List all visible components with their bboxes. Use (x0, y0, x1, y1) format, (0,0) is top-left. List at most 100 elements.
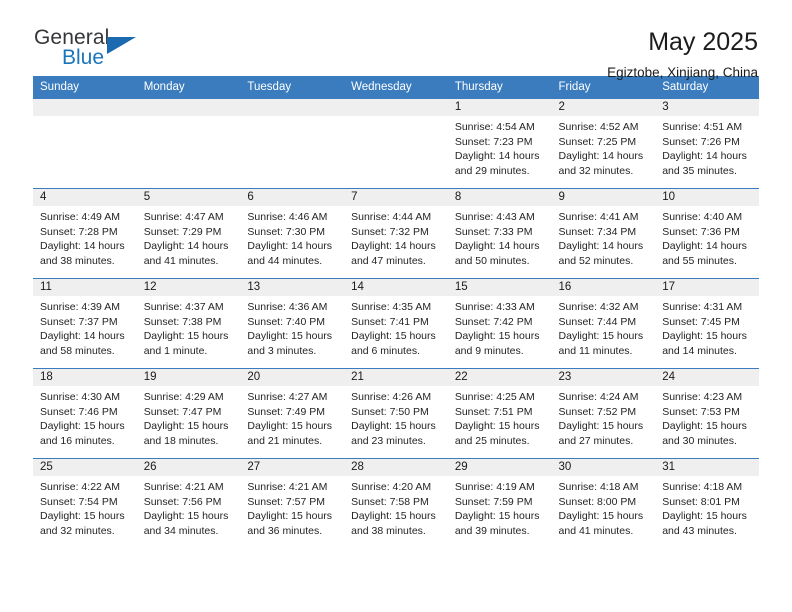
calendar-day-cell[interactable]: 28 Sunrise: 4:20 AM Sunset: 7:58 PM Dayligh… (344, 458, 448, 549)
day-number: 18 (33, 369, 137, 386)
calendar-day-cell[interactable]: 22 Sunrise: 4:25 AM Sunset: 7:51 PM Dayligh… (447, 368, 552, 459)
calendar-day-cell[interactable]: 2 Sunrise: 4:52 AM Sunset: 7:25 PM Daylight… (551, 98, 656, 189)
calendar-week-row: 1 Sunrise: 4:54 AM Sunset: 7:23 PM Daylight… (33, 98, 759, 189)
day-details: Sunrise: 4:36 AM Sunset: 7:40 PM Daylight:… (240, 296, 344, 358)
calendar-day-cell[interactable]: 9 Sunrise: 4:41 AM Sunset: 7:34 PM Daylight… (551, 188, 656, 279)
calendar-day-cell[interactable]: 29 Sunrise: 4:19 AM Sunset: 7:59 PM Dayligh… (447, 458, 552, 549)
calendar-day-cell[interactable]: 27 Sunrise: 4:21 AM Sunset: 7:57 PM Dayligh… (240, 458, 345, 549)
day-details: Sunrise: 4:29 AM Sunset: 7:47 PM Daylight:… (137, 386, 241, 448)
day-detail-line: Sunrise: 4:19 AM (454, 481, 535, 493)
day-number: 13 (240, 279, 345, 296)
day-details: Sunrise: 4:54 AM Sunset: 7:23 PM Daylight:… (448, 116, 552, 178)
calendar-day-cell[interactable]: 12 Sunrise: 4:37 AM Sunset: 7:38 PM Dayligh… (136, 278, 241, 369)
calendar-day-cell[interactable]: 21 Sunrise: 4:26 AM Sunset: 7:50 PM Dayligh… (344, 368, 448, 459)
calendar-day-cell[interactable]: 15 Sunrise: 4:33 AM Sunset: 7:42 PM Dayligh… (447, 278, 552, 369)
day-number: 2 (551, 99, 656, 116)
day-detail-line: Daylight: 15 hours (351, 330, 436, 343)
day-detail-line: Daylight: 15 hours (143, 420, 229, 433)
day-detail-line: Sunset: 7:33 PM (454, 225, 533, 238)
day-detail-line: Sunset: 7:52 PM (558, 405, 637, 418)
day-detail-line: and 9 minutes. (454, 344, 524, 357)
calendar-day-cell[interactable]: 17 Sunrise: 4:31 AM Sunset: 7:45 PM Dayligh… (655, 278, 759, 369)
day-detail-line: Sunrise: 4:18 AM (662, 481, 743, 493)
calendar-day-cell[interactable]: 18 Sunrise: 4:30 AM Sunset: 7:46 PM Dayligh… (33, 368, 137, 459)
day-details (137, 116, 241, 120)
calendar-day-cell[interactable]: 14 Sunrise: 4:35 AM Sunset: 7:41 PM Dayligh… (344, 278, 448, 369)
calendar-day-cell[interactable]: 16 Sunrise: 4:32 AM Sunset: 7:44 PM Dayligh… (551, 278, 656, 369)
calendar-day-cell[interactable]: 20 Sunrise: 4:27 AM Sunset: 7:49 PM Dayligh… (240, 368, 345, 459)
day-detail-line: and 32 minutes. (558, 164, 634, 177)
day-detail-line: Sunrise: 4:46 AM (247, 211, 328, 223)
title-block: May 2025 Egiztobe, Xinjiang, China (607, 27, 759, 83)
calendar-week-row: 18 Sunrise: 4:30 AM Sunset: 7:46 PM Dayligh… (33, 368, 759, 459)
day-detail-line: Sunrise: 4:22 AM (40, 481, 120, 493)
day-detail-line: Sunrise: 4:23 AM (662, 391, 743, 403)
day-details: Sunrise: 4:22 AM Sunset: 7:54 PM Daylight:… (33, 476, 137, 538)
brand-logo[interactable]: General Blue (33, 27, 154, 75)
day-details: Sunrise: 4:37 AM Sunset: 7:38 PM Daylight:… (137, 296, 241, 358)
calendar-day-cell[interactable]: 5 Sunrise: 4:47 AM Sunset: 7:29 PM Daylight… (136, 188, 241, 279)
day-detail-line: Sunrise: 4:20 AM (351, 481, 432, 493)
day-detail-line: and 16 minutes. (40, 434, 115, 447)
calendar-day-cell[interactable]: 8 Sunrise: 4:43 AM Sunset: 7:33 PM Daylight… (447, 188, 552, 279)
calendar-day-cell[interactable]: 1 Sunrise: 4:54 AM Sunset: 7:23 PM Daylight… (447, 98, 552, 189)
calendar-day-cell[interactable]: 4 Sunrise: 4:49 AM Sunset: 7:28 PM Daylight… (33, 188, 137, 279)
day-detail-line: and 50 minutes. (454, 254, 530, 267)
day-detail-line: Daylight: 15 hours (454, 420, 540, 433)
day-detail-line: Sunset: 7:25 PM (558, 135, 637, 148)
weekday-header-tuesday: Tuesday (240, 76, 345, 99)
day-number: 23 (551, 369, 656, 386)
day-detail-line: Sunrise: 4:29 AM (143, 391, 224, 403)
day-details (240, 116, 344, 120)
day-detail-line: Sunset: 7:56 PM (143, 495, 222, 508)
calendar-day-cell[interactable]: 11 Sunrise: 4:39 AM Sunset: 7:37 PM Dayligh… (33, 278, 137, 369)
calendar-week-row: 25 Sunrise: 4:22 AM Sunset: 7:54 PM Dayligh… (33, 458, 759, 549)
day-number: 29 (447, 459, 552, 476)
day-detail-line: Sunrise: 4:41 AM (558, 211, 639, 223)
calendar-day-cell[interactable]: 31 Sunrise: 4:18 AM Sunset: 8:01 PM Dayligh… (655, 458, 759, 549)
day-number: 14 (344, 279, 448, 296)
calendar-day-cell[interactable]: 19 Sunrise: 4:29 AM Sunset: 7:47 PM Dayligh… (136, 368, 241, 459)
day-number: 31 (655, 459, 759, 476)
day-detail-line: Sunrise: 4:52 AM (558, 121, 639, 133)
day-detail-line: and 38 minutes. (40, 254, 115, 267)
day-detail-line: and 41 minutes. (143, 254, 219, 267)
calendar-day-cell[interactable]: 6 Sunrise: 4:46 AM Sunset: 7:30 PM Daylight… (240, 188, 345, 279)
day-number: 6 (240, 189, 345, 206)
day-detail-line: Daylight: 15 hours (247, 420, 333, 433)
day-details: Sunrise: 4:52 AM Sunset: 7:25 PM Daylight:… (552, 116, 656, 178)
day-number: 30 (551, 459, 656, 476)
day-number: 27 (240, 459, 345, 476)
calendar-day-cell[interactable]: 3 Sunrise: 4:51 AM Sunset: 7:26 PM Daylight… (655, 98, 759, 189)
day-detail-line: Sunrise: 4:36 AM (247, 301, 328, 313)
day-detail-line: Sunset: 7:58 PM (351, 495, 429, 508)
day-number: 19 (136, 369, 241, 386)
day-number: 17 (655, 279, 759, 296)
calendar-day-cell[interactable]: 24 Sunrise: 4:23 AM Sunset: 7:53 PM Dayligh… (655, 368, 759, 459)
day-details (344, 116, 448, 120)
calendar-body: 1 Sunrise: 4:54 AM Sunset: 7:23 PM Daylight… (33, 98, 759, 549)
calendar-day-cell[interactable]: 25 Sunrise: 4:22 AM Sunset: 7:54 PM Dayligh… (33, 458, 137, 549)
calendar-day-cell[interactable]: 26 Sunrise: 4:21 AM Sunset: 7:56 PM Dayligh… (136, 458, 241, 549)
calendar-day-cell[interactable]: 13 Sunrise: 4:36 AM Sunset: 7:40 PM Dayligh… (240, 278, 345, 369)
day-detail-line: Sunrise: 4:35 AM (351, 301, 432, 313)
day-detail-line: and 52 minutes. (558, 254, 634, 267)
day-detail-line: Sunrise: 4:25 AM (454, 391, 535, 403)
calendar-day-cell[interactable]: 30 Sunrise: 4:18 AM Sunset: 8:00 PM Dayligh… (551, 458, 656, 549)
day-detail-line: Daylight: 14 hours (351, 240, 436, 253)
day-number: 21 (344, 369, 448, 386)
day-detail-line: and 25 minutes. (454, 434, 530, 447)
day-detail-line: and 14 minutes. (662, 344, 737, 357)
day-detail-line: Sunrise: 4:30 AM (40, 391, 120, 403)
day-detail-line: and 39 minutes. (454, 524, 530, 537)
day-detail-line: Sunset: 7:32 PM (351, 225, 429, 238)
day-details: Sunrise: 4:43 AM Sunset: 7:33 PM Daylight:… (448, 206, 552, 268)
calendar-day-cell-empty (136, 98, 241, 189)
calendar-day-cell[interactable]: 7 Sunrise: 4:44 AM Sunset: 7:32 PM Daylight… (344, 188, 448, 279)
calendar-day-cell[interactable]: 10 Sunrise: 4:40 AM Sunset: 7:36 PM Dayligh… (655, 188, 759, 279)
day-detail-line: Daylight: 15 hours (662, 510, 747, 523)
day-detail-line: Sunrise: 4:27 AM (247, 391, 328, 403)
day-detail-line: Daylight: 15 hours (662, 420, 747, 433)
day-detail-line: and 27 minutes. (558, 434, 634, 447)
calendar-day-cell[interactable]: 23 Sunrise: 4:24 AM Sunset: 7:52 PM Dayligh… (551, 368, 656, 459)
